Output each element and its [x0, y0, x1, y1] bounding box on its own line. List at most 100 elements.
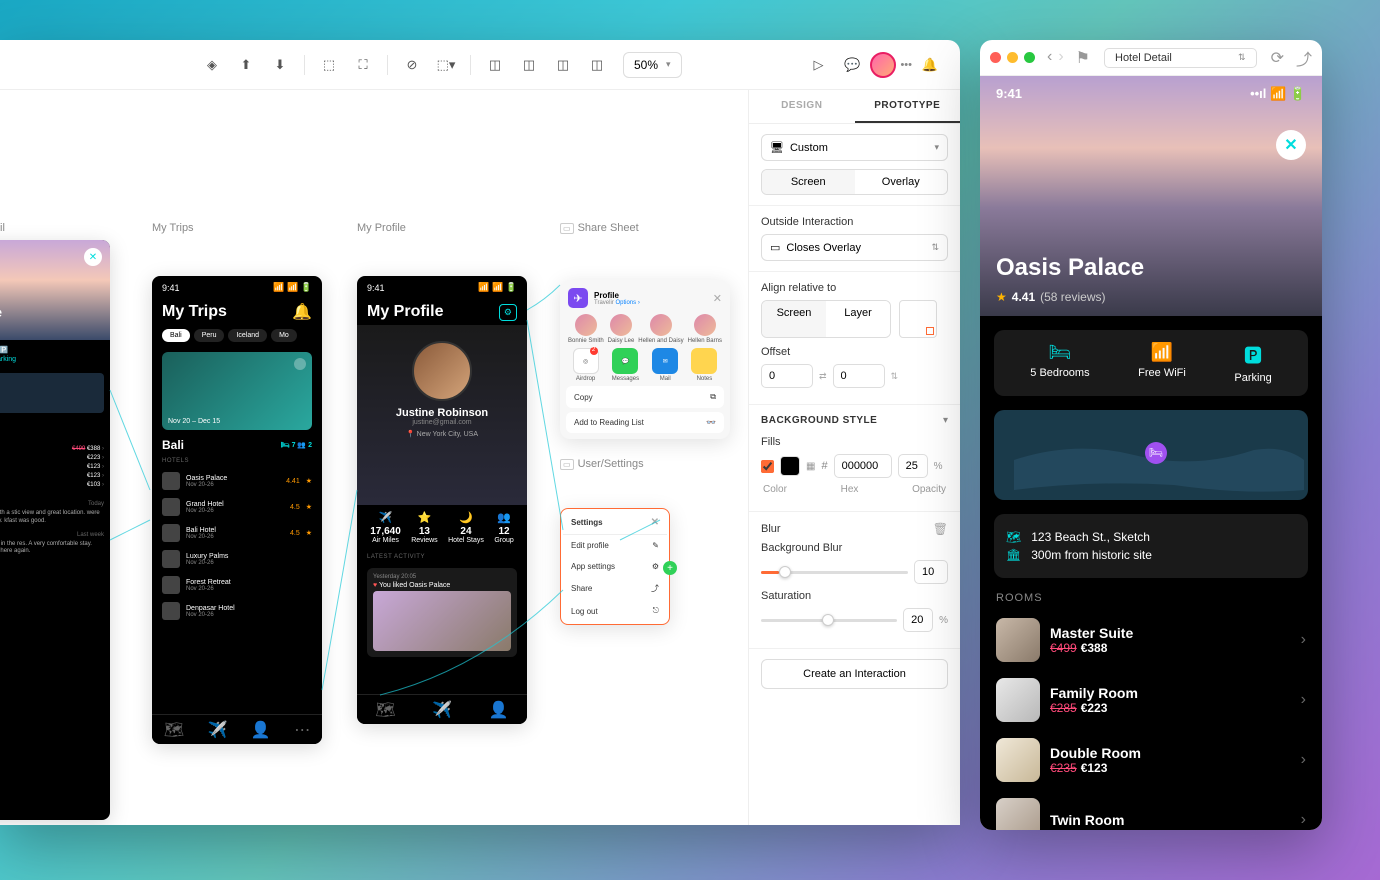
- map-tab-icon[interactable]: 🗺: [164, 720, 184, 740]
- close-window-button[interactable]: [990, 52, 1001, 63]
- tab-design[interactable]: DESIGN: [749, 90, 855, 123]
- saturation-slider[interactable]: [761, 619, 897, 622]
- artboard-my-trips[interactable]: 9:41📶 📶 🔋 My Trips 🔔 Bali Peru Iceland M…: [152, 276, 322, 744]
- notifications-button[interactable]: 🔔: [914, 49, 946, 81]
- intersect-tool[interactable]: ◫: [547, 49, 579, 81]
- symbol-tool[interactable]: ◈: [196, 49, 228, 81]
- settings-overlay[interactable]: Settings✕ Edit profile✎ App settings⚙ Sh…: [560, 508, 670, 625]
- map-card[interactable]: 🛏: [994, 410, 1308, 500]
- gear-icon[interactable]: ⚙: [499, 304, 517, 321]
- preview-content[interactable]: 9:41 ••ıl 📶 🔋 ✕ Oasis Palace ★ 4.41 (58 …: [980, 76, 1322, 830]
- tab-iceland[interactable]: Iceland: [228, 329, 267, 342]
- forward-button[interactable]: ›: [1058, 48, 1063, 68]
- tab-prototype[interactable]: PROTOTYPE: [855, 90, 961, 123]
- bell-icon[interactable]: 🔔: [292, 302, 312, 322]
- options-link[interactable]: Options: [615, 300, 636, 306]
- union-tool[interactable]: ◫: [479, 49, 511, 81]
- list-item[interactable]: Oasis PalaceNov 20-264.41★: [152, 468, 322, 494]
- mask-tool[interactable]: ⬚: [313, 49, 345, 81]
- share-app-notes[interactable]: Notes: [691, 348, 717, 382]
- fill-checkbox[interactable]: [761, 460, 774, 473]
- seg-align-layer[interactable]: Layer: [826, 301, 890, 337]
- list-item[interactable]: Denpasar HotelNov 20-26: [152, 598, 322, 624]
- flight-tab-icon[interactable]: ✈️: [432, 700, 452, 720]
- map-tab-icon[interactable]: 🗺: [375, 700, 395, 720]
- more-icon[interactable]: •••: [900, 59, 912, 71]
- reading-list-action[interactable]: Add to Reading List👓: [566, 412, 724, 433]
- hex-input[interactable]: [834, 454, 892, 478]
- copy-action[interactable]: Copy⧉: [566, 386, 724, 408]
- outside-select[interactable]: ▭Closes Overlay ⇅: [761, 234, 948, 261]
- minimize-window-button[interactable]: [1007, 52, 1018, 63]
- back-button[interactable]: ‹: [1047, 48, 1052, 68]
- share-app-mail[interactable]: ✉Mail: [652, 348, 678, 382]
- subtract-tool[interactable]: ◫: [513, 49, 545, 81]
- share-button[interactable]: ⤴: [1296, 46, 1312, 70]
- scale-tool[interactable]: ⛶: [347, 49, 379, 81]
- room-row[interactable]: Master Suite €499€388 ›: [980, 610, 1322, 670]
- blur-slider[interactable]: [761, 571, 908, 574]
- list-item[interactable]: Forest RetreatNov 20-26: [152, 572, 322, 598]
- share-app-airdrop[interactable]: ◎2Airdrop: [573, 348, 599, 382]
- anchor-grid[interactable]: [899, 300, 937, 338]
- zoom-select[interactable]: 50%▾: [623, 52, 682, 78]
- saturation-value-input[interactable]: [903, 608, 933, 632]
- refresh-button[interactable]: ⟳: [1271, 48, 1284, 68]
- flag-icon[interactable]: ⚑: [1076, 48, 1090, 68]
- share-app-messages[interactable]: 💬Messages: [612, 348, 639, 382]
- room-row[interactable]: Twin Room ›: [980, 790, 1322, 830]
- settings-share[interactable]: Share⤴: [563, 577, 667, 600]
- difference-tool[interactable]: ◫: [581, 49, 613, 81]
- comment-button[interactable]: 💬: [836, 49, 868, 81]
- share-sheet-overlay[interactable]: ✈ Profile Travelir Options › ✕ Bonnie Sm…: [560, 280, 730, 439]
- tab-more[interactable]: Mo: [271, 329, 297, 342]
- fill-type-icon[interactable]: ▦: [806, 461, 815, 472]
- contact[interactable]: Hellen and Daisy: [638, 314, 683, 344]
- seg-screen[interactable]: Screen: [762, 170, 855, 194]
- close-icon[interactable]: ✕: [84, 248, 102, 266]
- canvas[interactable]: il ✕ s Palace ews) 📶Free WiFi 🅿️Parking …: [0, 90, 748, 825]
- tab-bali[interactable]: Bali: [162, 329, 190, 342]
- activity-card[interactable]: Yesterday 20:05 ♥ You liked Oasis Palace: [367, 568, 517, 657]
- rotate-tool[interactable]: ⊘: [396, 49, 428, 81]
- seg-overlay[interactable]: Overlay: [855, 170, 948, 194]
- room-row[interactable]: Family Room €285€223 ›: [980, 670, 1322, 730]
- room-row[interactable]: Double Room €235€123 ›: [980, 730, 1322, 790]
- contact[interactable]: Daisy Lee: [608, 314, 635, 344]
- settings-edit-profile[interactable]: Edit profile✎: [563, 535, 667, 556]
- preset-select[interactable]: 🖥Custom ▾: [761, 134, 948, 161]
- layer-up-tool[interactable]: ⬆: [230, 49, 262, 81]
- artboard-my-profile[interactable]: 9:41📶 📶 🔋 My Profile ⚙ Justine Robinson …: [357, 276, 527, 724]
- menu-tab-icon[interactable]: ⋯: [294, 720, 310, 740]
- resize-tool[interactable]: ⬚▾: [430, 49, 462, 81]
- contact[interactable]: Bonnie Smith: [568, 314, 604, 344]
- play-button[interactable]: ▷: [802, 49, 834, 81]
- layer-down-tool[interactable]: ⬇: [264, 49, 296, 81]
- add-interaction-handle[interactable]: +: [663, 561, 677, 575]
- close-button[interactable]: ✕: [1276, 130, 1306, 160]
- profile-avatar[interactable]: [412, 341, 472, 401]
- profile-tab-icon[interactable]: 👤: [489, 700, 509, 720]
- tab-peru[interactable]: Peru: [194, 329, 225, 342]
- offset-x-input[interactable]: [761, 364, 813, 388]
- list-item[interactable]: Grand HotelNov 20-264.5★: [152, 494, 322, 520]
- close-icon[interactable]: ✕: [651, 517, 659, 528]
- stepper-icon[interactable]: ⇅: [891, 371, 899, 382]
- user-avatar[interactable]: [870, 52, 896, 78]
- flight-tab-icon[interactable]: ✈️: [207, 720, 227, 740]
- opacity-input[interactable]: [898, 454, 928, 478]
- artboard-hotel-detail[interactable]: ✕ s Palace ews) 📶Free WiFi 🅿️Parking ch …: [0, 240, 110, 820]
- settings-app[interactable]: App settings⚙: [563, 556, 667, 577]
- fill-swatch[interactable]: [780, 456, 800, 476]
- create-interaction-button[interactable]: Create an Interaction: [761, 659, 948, 689]
- close-icon[interactable]: ✕: [713, 292, 722, 305]
- list-item[interactable]: Bali HotelNov 20-264.5★: [152, 520, 322, 546]
- trip-hero[interactable]: Nov 20 – Dec 15: [162, 352, 312, 430]
- seg-align-screen[interactable]: Screen: [762, 301, 826, 337]
- swap-icon[interactable]: ⇄: [819, 371, 827, 382]
- settings-logout[interactable]: Log out⎋: [563, 600, 667, 622]
- chevron-down-icon[interactable]: ▾: [943, 415, 948, 426]
- list-item[interactable]: Luxury PalmsNov 20-26: [152, 546, 322, 572]
- offset-y-input[interactable]: [833, 364, 885, 388]
- contact[interactable]: Hellen Barns: [688, 314, 722, 344]
